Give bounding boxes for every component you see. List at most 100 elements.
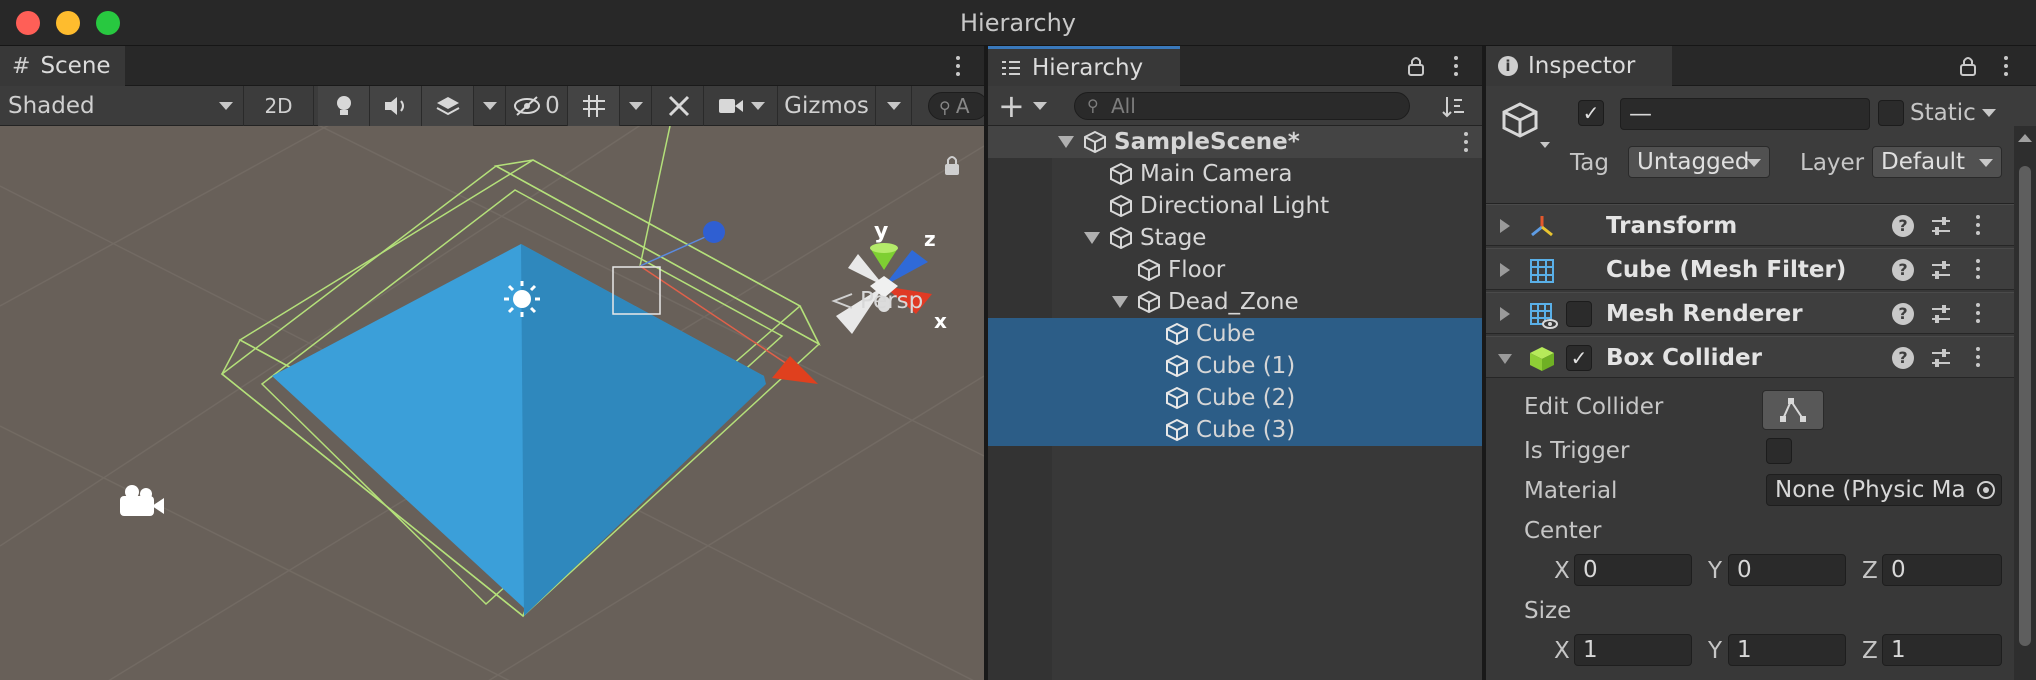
box-collider-enabled-checkbox[interactable]: ✓ xyxy=(1566,345,1592,371)
lock-icon[interactable] xyxy=(1960,56,1976,76)
hierarchy-item-stage[interactable]: Stage xyxy=(988,222,1482,254)
scroll-up-icon[interactable] xyxy=(2018,134,2032,142)
viewport-lock-icon[interactable] xyxy=(945,156,959,175)
hierarchy-item-cube[interactable]: Cube xyxy=(988,318,1482,350)
size-x-field[interactable]: 1 xyxy=(1574,634,1692,666)
audio-toggle-button[interactable] xyxy=(370,86,422,126)
component-options-icon[interactable] xyxy=(1968,211,1988,239)
tools-button[interactable] xyxy=(654,86,704,126)
effects-dropdown[interactable] xyxy=(474,86,506,126)
lighting-toggle-button[interactable] xyxy=(318,86,370,126)
component-mesh-filter[interactable]: Cube (Mesh Filter) ? xyxy=(1486,248,2036,290)
static-dropdown[interactable]: Static xyxy=(1910,96,1996,130)
component-options-icon[interactable] xyxy=(1968,299,1988,327)
fold-open-icon[interactable] xyxy=(1058,136,1074,148)
effects-toggle-button[interactable] xyxy=(422,86,474,126)
inspector-scroll-thumb[interactable] xyxy=(2019,166,2031,646)
fold-open-icon[interactable] xyxy=(1112,296,1128,308)
grid-toggle-button[interactable] xyxy=(568,86,620,126)
object-name-field[interactable]: — xyxy=(1620,98,1870,130)
grid-snap-icon xyxy=(582,95,605,117)
fold-open-icon[interactable] xyxy=(1084,232,1100,244)
layer-dropdown[interactable]: Default xyxy=(1872,146,2002,178)
help-icon[interactable]: ? xyxy=(1892,347,1914,369)
inspector-scrollbar[interactable] xyxy=(2014,126,2036,680)
toggle-2d-button[interactable]: 2D xyxy=(244,86,314,126)
camera-settings-dropdown[interactable] xyxy=(704,86,778,126)
center-y-label: Y xyxy=(1708,558,1723,584)
tag-dropdown[interactable]: Untagged xyxy=(1628,146,1770,178)
hierarchy-item-label: SampleScene* xyxy=(1114,129,1300,155)
component-mesh-renderer[interactable]: Mesh Renderer ? xyxy=(1486,292,2036,334)
scene-row-options-icon[interactable] xyxy=(1456,128,1476,156)
scene-options-icon[interactable] xyxy=(948,52,968,80)
hierarchy-item-label: Stage xyxy=(1140,225,1207,251)
size-y-field[interactable]: 1 xyxy=(1728,634,1846,666)
scene-search-input[interactable]: ⚲ A xyxy=(928,92,984,120)
presets-icon[interactable] xyxy=(1930,215,1952,237)
shading-mode-dropdown[interactable]: Shaded xyxy=(0,86,244,126)
gizmos-dropdown[interactable] xyxy=(876,86,912,126)
scene-viewport[interactable]: y z x Persp xyxy=(0,126,984,680)
presets-icon[interactable] xyxy=(1930,347,1952,369)
gameobject-large-icon[interactable] xyxy=(1500,98,1554,154)
help-icon[interactable]: ? xyxy=(1892,215,1914,237)
chevron-down-icon xyxy=(750,102,765,110)
tab-scene[interactable]: # Scene xyxy=(0,46,125,86)
component-options-icon[interactable] xyxy=(1968,255,1988,283)
tab-hierarchy[interactable]: Hierarchy xyxy=(988,46,1180,86)
fold-closed-icon[interactable] xyxy=(1500,219,1510,233)
presets-icon[interactable] xyxy=(1930,303,1952,325)
hidden-eye-icon xyxy=(514,96,541,116)
component-transform[interactable]: Transform ? xyxy=(1486,204,2036,246)
static-label: Static xyxy=(1910,100,1976,126)
component-title: Box Collider xyxy=(1606,345,1762,371)
object-picker-icon[interactable] xyxy=(1977,481,1995,499)
center-z-field[interactable]: 0 xyxy=(1882,554,2002,586)
center-label: Center xyxy=(1524,518,1602,544)
is-trigger-checkbox[interactable] xyxy=(1766,438,1792,464)
active-checkbox[interactable]: ✓ xyxy=(1578,100,1604,126)
presets-icon[interactable] xyxy=(1930,259,1952,281)
center-y-field[interactable]: 0 xyxy=(1728,554,1846,586)
sort-icon[interactable] xyxy=(1440,94,1466,120)
lock-icon[interactable] xyxy=(1408,56,1424,76)
size-z-field[interactable]: 1 xyxy=(1882,634,2002,666)
edit-collider-button[interactable] xyxy=(1762,390,1824,430)
component-box-collider[interactable]: ✓ Box Collider ? xyxy=(1486,336,2036,378)
help-icon[interactable]: ? xyxy=(1892,303,1914,325)
hierarchy-item-floor[interactable]: Floor xyxy=(988,254,1482,286)
inspector-options-icon[interactable] xyxy=(1996,52,2016,80)
help-icon[interactable]: ? xyxy=(1892,259,1914,281)
hierarchy-item-cube-1[interactable]: Cube (1) xyxy=(988,350,1482,382)
axis-z-label: z xyxy=(924,227,936,251)
center-x-value: 0 xyxy=(1583,557,1598,583)
fold-closed-icon[interactable] xyxy=(1500,263,1510,277)
hierarchy-item-main-camera[interactable]: Main Camera xyxy=(988,158,1482,190)
hierarchy-options-icon[interactable] xyxy=(1446,52,1466,80)
gizmos-button[interactable]: Gizmos xyxy=(778,86,876,126)
material-field[interactable]: None (Physic Ma xyxy=(1766,474,2002,506)
tools-icon xyxy=(668,95,689,117)
scene-visibility-toggle[interactable]: 0 xyxy=(506,86,568,126)
hierarchy-item-label: Floor xyxy=(1168,257,1226,283)
center-x-field[interactable]: 0 xyxy=(1574,554,1692,586)
create-object-button[interactable]: + xyxy=(998,90,1054,122)
fold-open-icon[interactable] xyxy=(1498,354,1512,364)
mesh-renderer-enabled-checkbox[interactable] xyxy=(1566,301,1592,327)
hierarchy-item-cube-3[interactable]: Cube (3) xyxy=(988,414,1482,446)
scene-toolbar: Shaded 2D 0 Gizmos ⚲ A xyxy=(0,86,984,126)
hierarchy-item-dead-zone[interactable]: Dead_Zone xyxy=(988,286,1482,318)
orientation-gizmo[interactable]: y z x xyxy=(836,219,947,334)
hierarchy-item-directional-light[interactable]: Directional Light xyxy=(988,190,1482,222)
hierarchy-search-input[interactable]: ⚲ All xyxy=(1074,92,1410,120)
hierarchy-scene-row[interactable]: SampleScene* xyxy=(988,126,1482,158)
fold-closed-icon[interactable] xyxy=(1500,307,1510,321)
chevron-down-icon xyxy=(1979,159,1993,167)
hierarchy-item-cube-2[interactable]: Cube (2) xyxy=(988,382,1482,414)
component-options-icon[interactable] xyxy=(1968,343,1988,371)
grid-dropdown[interactable] xyxy=(620,86,652,126)
tab-inspector[interactable]: i Inspector xyxy=(1486,46,1672,86)
static-checkbox[interactable] xyxy=(1878,100,1904,126)
tab-inspector-label: Inspector xyxy=(1528,53,1636,79)
